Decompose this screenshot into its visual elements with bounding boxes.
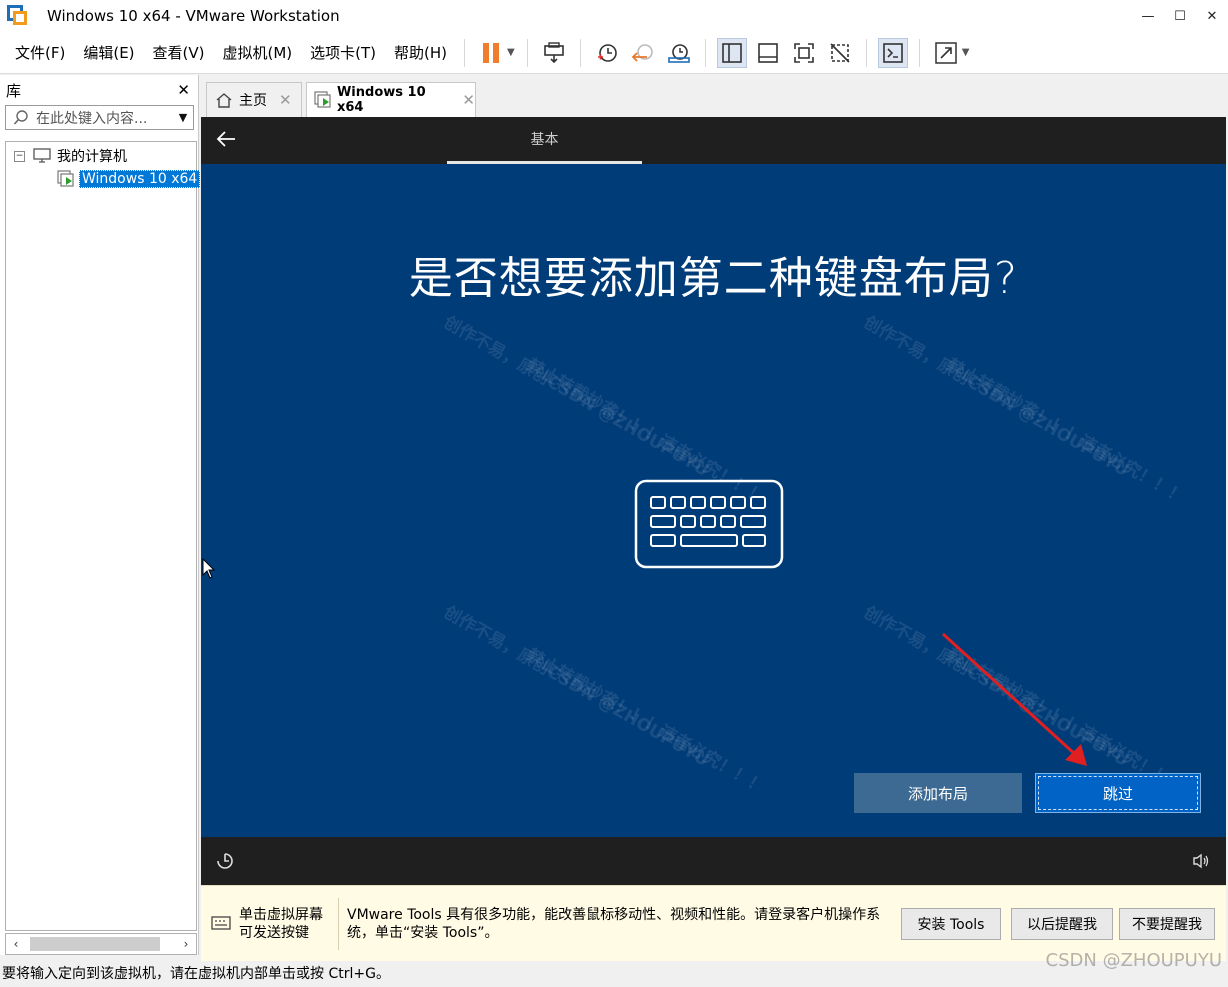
unity-disabled-icon — [830, 42, 850, 63]
snapshot-button[interactable] — [592, 38, 622, 68]
vm-running-icon — [314, 91, 331, 108]
skip-button[interactable]: 跳过 — [1035, 773, 1201, 813]
tools-message: VMware Tools 具有很多功能，能改善鼠标移动性、视频和性能。请登录客户… — [347, 907, 881, 941]
search-icon — [6, 109, 36, 126]
scroll-left-icon[interactable]: ‹ — [6, 937, 26, 951]
accessibility-icon[interactable] — [215, 851, 235, 875]
step-label: 基本 — [530, 132, 559, 148]
stretch-button[interactable] — [931, 38, 961, 68]
menu-toolbar: 文件(F) 编辑(E) 查看(V) 虚拟机(M) 选项卡(T) 帮助(H) ▼ … — [0, 32, 1228, 74]
tree-item-windows-10-vm[interactable]: Windows 10 x64 — [57, 169, 201, 189]
watermark-text: 创作不易，原创CSDN @ZHOUPUYU — [860, 312, 1132, 481]
menu-help[interactable]: 帮助(H) — [385, 32, 456, 74]
console-icon — [882, 42, 903, 63]
search-placeholder: 在此处键入内容... — [36, 110, 148, 127]
oobe-header: 基本 — [201, 117, 1226, 164]
library-tree: − 我的计算机 Windows 10 x64 — [5, 141, 201, 931]
tab-windows-10-vm[interactable]: Windows 10 x64 ✕ — [306, 82, 476, 117]
vmware-logo-icon — [7, 5, 29, 27]
click-screen-hint: 单击虚拟屏幕可发送按键 — [239, 907, 323, 941]
collapse-icon[interactable]: − — [14, 150, 25, 162]
snapshot-clock-icon — [597, 43, 617, 62]
pause-button[interactable] — [476, 38, 506, 68]
toolbar-separator — [918, 38, 920, 67]
watermark-text: 创作不易，原创CSDN @ZHOUPUYU — [440, 312, 712, 481]
library-title: 库 — [6, 81, 22, 100]
tab-close-icon[interactable]: ✕ — [462, 91, 475, 109]
status-bar: 要将输入定向到该虚拟机，请在虚拟机内部单击或按 Ctrl+G。 — [0, 962, 1228, 987]
full-screen-button[interactable] — [789, 38, 819, 68]
snapshot-manager-button[interactable] — [664, 38, 694, 68]
watermark-text: 创作不易，原创CSDN @ZHOUPUYU — [440, 602, 712, 771]
csdn-watermark: CSDN @ZHOUPUYU — [1045, 950, 1222, 971]
menu-tabs[interactable]: 选项卡(T) — [301, 32, 385, 74]
library-search-input[interactable]: 在此处键入内容... ▼ — [5, 105, 194, 130]
show-library-button[interactable] — [716, 37, 747, 68]
library-panel: 库 ✕ 在此处键入内容... ▼ − 我的计算机 Windows 10 x64 … — [0, 75, 201, 955]
unity-button[interactable] — [825, 38, 855, 68]
toolbar-separator — [704, 38, 706, 67]
remind-later-button[interactable]: 以后提醒我 — [1011, 908, 1113, 940]
full-screen-icon — [793, 42, 814, 63]
mouse-cursor-icon — [202, 558, 216, 579]
revert-snapshot-icon — [631, 43, 653, 62]
library-close-icon[interactable]: ✕ — [177, 81, 190, 99]
scroll-right-icon[interactable]: › — [176, 937, 196, 951]
keyboard-hint-icon — [211, 914, 231, 936]
keyboard-icon — [634, 479, 784, 573]
pause-icon — [483, 42, 500, 63]
thumbnail-bar-button[interactable] — [753, 38, 783, 68]
back-arrow-icon[interactable] — [215, 127, 239, 155]
volume-icon[interactable] — [1192, 853, 1210, 873]
toolbar-separator — [579, 38, 581, 67]
home-icon — [216, 93, 232, 108]
menu-view[interactable]: 查看(V) — [144, 32, 214, 74]
menu-edit[interactable]: 编辑(E) — [74, 32, 143, 74]
console-view-button[interactable] — [877, 37, 908, 68]
tools-divider — [338, 898, 339, 950]
window-title: Windows 10 x64 - VMware Workstation — [47, 7, 340, 25]
watermark-text: 禁止转载抄袭！！！违者必究！！！ — [942, 355, 1189, 509]
stretch-guest-icon — [934, 41, 957, 64]
page-title: 是否想要添加第二种键盘布局? — [408, 253, 1019, 304]
library-layout-icon — [721, 42, 742, 63]
maximize-button[interactable]: ☐ — [1164, 0, 1196, 32]
tree-item-label: 我的计算机 — [57, 149, 127, 165]
watermark-text: 禁止转载抄袭！！！违者必究！！！ — [522, 645, 769, 799]
toolbar-separator — [526, 38, 528, 67]
tab-home[interactable]: 主页 ✕ — [206, 82, 302, 117]
annotation-arrow-icon — [941, 632, 1101, 776]
power-dropdown-icon[interactable]: ▼ — [507, 47, 515, 58]
send-ctrl-alt-del-button[interactable] — [539, 38, 569, 68]
scrollbar-thumb[interactable] — [30, 937, 160, 951]
revert-snapshot-button[interactable] — [628, 38, 658, 68]
stretch-dropdown-icon[interactable]: ▼ — [962, 47, 970, 58]
send-keys-icon — [543, 41, 564, 63]
minimize-button[interactable]: — — [1132, 0, 1164, 32]
tab-strip: 主页 ✕ Windows 10 x64 ✕ — [201, 75, 1228, 117]
search-dropdown-icon[interactable]: ▼ — [173, 111, 193, 124]
vm-screen[interactable]: 基本 创作不易，原创CSDN @ZHOUPUYU 禁止转载抄袭！！！违者必究！！… — [201, 117, 1226, 885]
title-bar: Windows 10 x64 - VMware Workstation — ☐ … — [0, 0, 1228, 32]
tab-label: Windows 10 x64 — [336, 85, 426, 115]
thumbnail-layout-icon — [757, 42, 778, 63]
close-button[interactable]: ✕ — [1196, 0, 1228, 32]
library-horizontal-scrollbar[interactable]: ‹ › — [5, 933, 197, 955]
oobe-footer — [201, 837, 1226, 885]
menu-vm[interactable]: 虚拟机(M) — [214, 32, 302, 74]
tab-close-icon[interactable]: ✕ — [279, 91, 292, 109]
tree-item-my-computer[interactable]: − 我的计算机 — [14, 146, 127, 166]
tab-label: 主页 — [239, 93, 267, 109]
snapshot-manager-icon — [667, 43, 690, 63]
never-remind-button[interactable]: 不要提醒我 — [1119, 908, 1215, 940]
tree-item-label: Windows 10 x64 — [79, 170, 201, 188]
toolbar-separator — [464, 38, 466, 67]
menu-file[interactable]: 文件(F) — [6, 32, 74, 74]
computer-icon — [33, 148, 51, 163]
add-layout-button[interactable]: 添加布局 — [854, 773, 1022, 813]
toolbar-separator — [865, 38, 867, 67]
step-progress-bar — [447, 161, 642, 164]
install-tools-button[interactable]: 安装 Tools — [901, 908, 1001, 940]
vm-running-icon — [57, 170, 74, 187]
